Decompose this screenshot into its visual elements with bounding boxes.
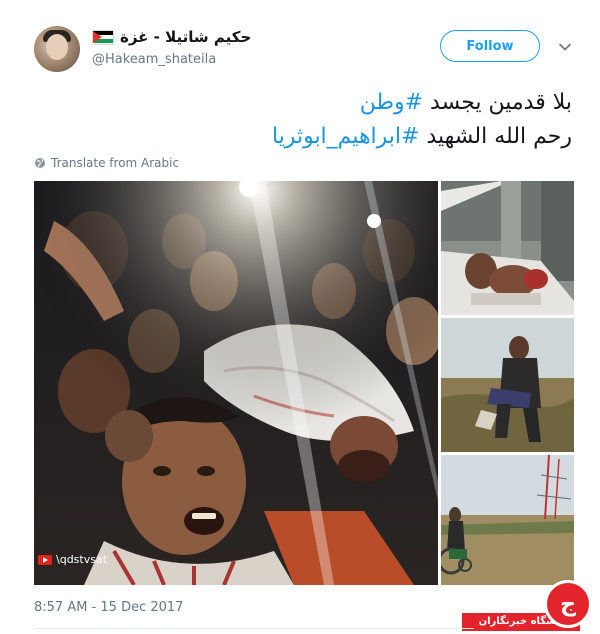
tweet-text: بلا قدمين يجسد #وطن رحم الله الشهيد #ابر… (32, 86, 572, 154)
news-club-logo: باشگاه خبرنگاران ج (462, 580, 600, 634)
chevron-down-icon[interactable] (558, 40, 572, 54)
media-photo-3[interactable] (441, 318, 574, 452)
follow-button[interactable]: Follow (440, 30, 540, 62)
hashtag-link[interactable]: #وطن (360, 90, 423, 115)
palestine-flag-icon (92, 29, 114, 45)
divider (34, 628, 474, 629)
hashtag-link[interactable]: #ابراهيم_ابوثريا (272, 124, 420, 149)
media-photo-main[interactable] (34, 181, 438, 585)
tweet-line-1-text: بلا قدمين يجسد (423, 90, 572, 115)
watermark-text: \qdstvsat (56, 553, 108, 566)
translate-label[interactable]: Translate from Arabic (51, 156, 179, 170)
media-photo-4[interactable] (441, 455, 574, 585)
translate-link[interactable]: Translate from Arabic (34, 156, 179, 170)
avatar-face (46, 34, 68, 60)
author-display-name[interactable]: حکیم شاتیلا - غزة (120, 28, 251, 46)
author-avatar[interactable] (34, 26, 80, 72)
youtube-icon (38, 554, 52, 565)
tweet-line-2: رحم الله الشهيد #ابراهيم_ابوثريا (32, 120, 572, 154)
globe-icon (35, 158, 45, 168)
tweet-line-1: بلا قدمين يجسد #وطن (32, 86, 572, 120)
author-handle[interactable]: @Hakeam_shateila (92, 52, 216, 67)
video-watermark: \qdstvsat (38, 553, 107, 566)
tweet-timestamp[interactable]: 8:57 AM - 15 Dec 2017 (34, 600, 183, 615)
tweet-line-2-text: رحم الله الشهيد (419, 124, 572, 149)
media-photo-2[interactable] (441, 181, 574, 315)
news-club-emblem: ج (544, 580, 592, 628)
author-name-row[interactable]: حکیم شاتیلا - غزة (92, 28, 251, 46)
